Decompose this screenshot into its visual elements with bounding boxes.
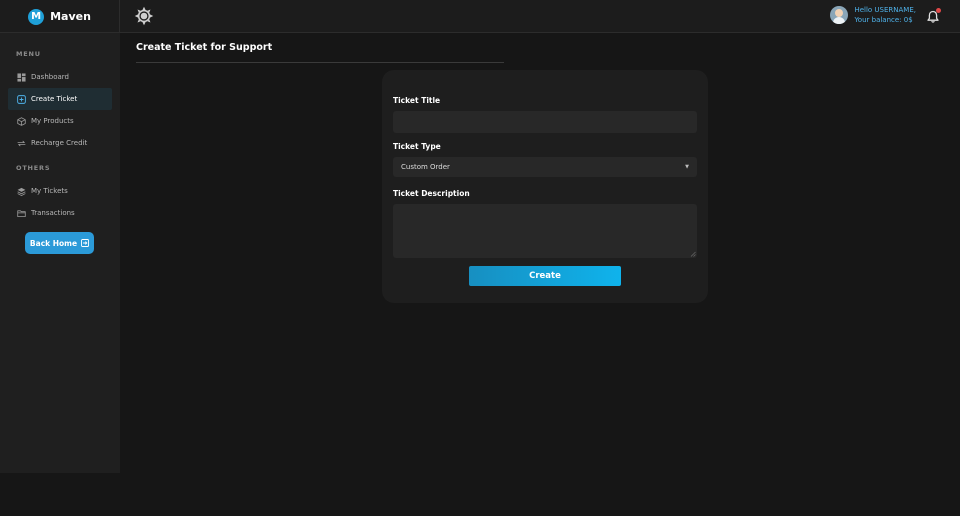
user-balance: Your balance: 0$	[854, 16, 913, 24]
avatar	[830, 6, 849, 24]
ticket-title-input[interactable]	[393, 111, 697, 133]
sidebar-item-dashboard[interactable]: Dashboard	[8, 66, 112, 88]
sidebar-item-label: Recharge Credit	[31, 139, 88, 147]
sidebar-item-transactions[interactable]: Transactions	[8, 202, 112, 224]
folder-icon	[17, 209, 26, 217]
ticket-type-label: Ticket Type	[393, 142, 441, 151]
user-menu[interactable]: Hello USERNAME, Your balance: 0$	[830, 5, 916, 25]
sidebar-item-label: Transactions	[31, 209, 75, 217]
back-home-label: Back Home	[29, 238, 78, 248]
dashboard-icon	[17, 72, 26, 82]
ticket-description-textarea[interactable]	[393, 204, 697, 258]
notification-badge	[936, 8, 941, 13]
sidebar-item-create-ticket[interactable]: Create Ticket	[8, 88, 112, 110]
refresh-icon	[17, 140, 26, 146]
brand-name: Maven	[50, 10, 91, 23]
sidebar-item-label: Create Ticket	[31, 95, 78, 103]
back-home-button[interactable]: Back Home	[25, 232, 94, 254]
top-bar: M Maven Hello USERNAME, Your balance: 0$	[0, 0, 960, 33]
brand-logo-icon: M	[28, 8, 45, 25]
sidebar: MENU Dashboard Create Ticket My Products	[0, 33, 120, 473]
resize-grip-icon[interactable]	[690, 251, 696, 257]
create-ticket-form: Ticket Title Ticket Type Custom Order ▼ …	[382, 70, 708, 303]
ticket-type-select[interactable]: Custom Order ▼	[393, 157, 697, 177]
sidebar-item-label: Dashboard	[31, 73, 69, 81]
user-info: Hello USERNAME, Your balance: 0$	[854, 5, 916, 25]
exit-icon	[81, 239, 90, 247]
app-root: M Maven Hello USERNAME, Your balance: 0$…	[0, 0, 960, 516]
sidebar-item-label: My Tickets	[31, 187, 68, 195]
notifications-button[interactable]	[926, 8, 941, 23]
sidebar-item-my-tickets[interactable]: My Tickets	[8, 180, 112, 202]
theme-toggle-button[interactable]	[133, 5, 155, 27]
sidebar-item-recharge-credit[interactable]: Recharge Credit	[8, 132, 112, 154]
title-divider	[136, 62, 504, 63]
sun-icon	[134, 6, 154, 26]
sidebar-item-my-products[interactable]: My Products	[8, 110, 112, 132]
sidebar-menu-label: MENU	[16, 50, 41, 58]
plus-square-icon	[17, 94, 26, 104]
chevron-down-icon: ▼	[685, 164, 689, 170]
ticket-description-label: Ticket Description	[393, 189, 470, 198]
ticket-title-label: Ticket Title	[393, 96, 441, 105]
box-icon	[17, 116, 26, 126]
layers-icon	[17, 187, 26, 196]
user-greeting: Hello USERNAME,	[854, 6, 916, 14]
sidebar-item-label: My Products	[31, 117, 74, 125]
create-button[interactable]: Create	[469, 266, 621, 286]
brand[interactable]: M Maven	[0, 0, 120, 33]
ticket-type-value: Custom Order	[401, 163, 450, 171]
page-title: Create Ticket for Support	[136, 42, 273, 53]
sidebar-others-label: OTHERS	[16, 164, 51, 172]
